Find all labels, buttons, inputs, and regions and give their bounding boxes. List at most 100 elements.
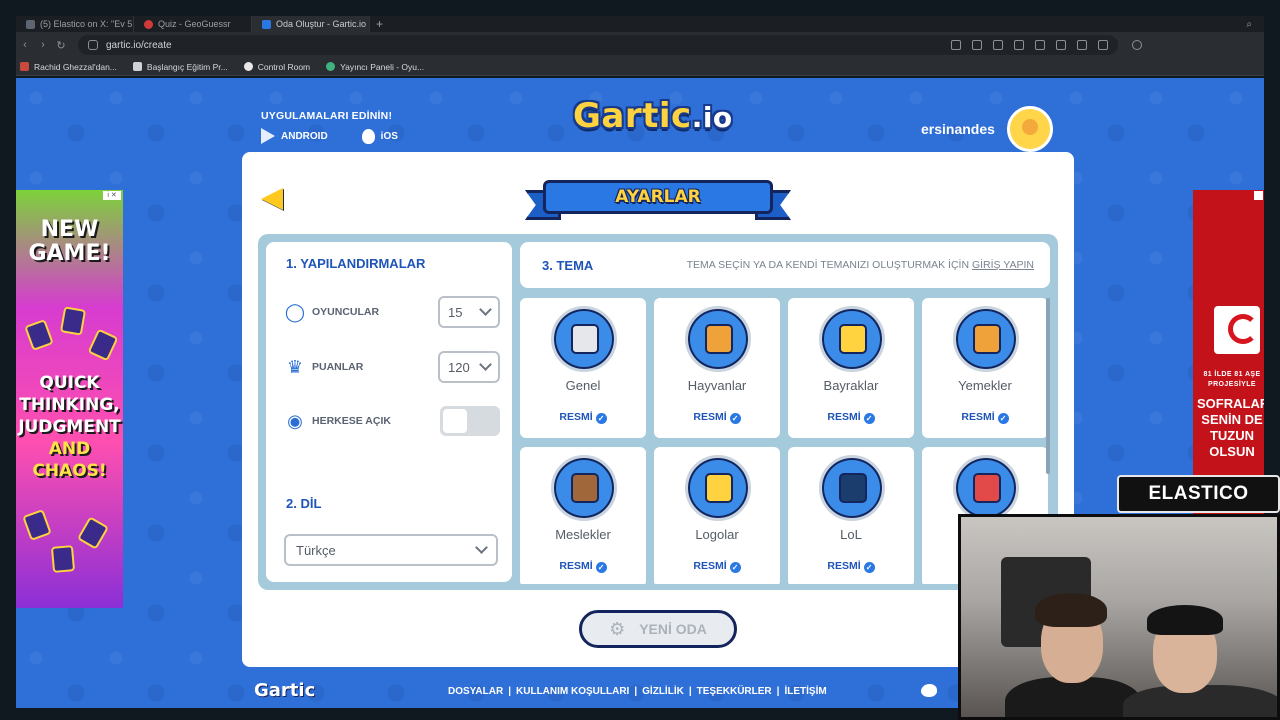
theme-icon-circle — [953, 455, 1019, 521]
url-field[interactable]: gartic.io/create — [78, 35, 1118, 55]
twitter-icon[interactable] — [921, 684, 937, 697]
theme-tile[interactable]: Logolar RESMİ ✓ — [654, 447, 780, 584]
theme-name: Logolar — [695, 527, 739, 542]
back-icon[interactable]: ‹ — [16, 39, 34, 51]
footer-link[interactable]: KULLANIM KOŞULLARI — [516, 686, 629, 697]
gartic-logo[interactable]: Gartic.io — [573, 96, 733, 136]
new-tab-icon[interactable]: + — [376, 17, 383, 31]
play-icon[interactable] — [1014, 40, 1024, 50]
footer-logo[interactable]: Gartic — [254, 680, 315, 701]
bookmark-item[interactable]: Başlangıç Eğitim Pr... — [132, 61, 228, 72]
logo-suffix: .io — [691, 101, 733, 134]
language-value: Türkçe — [296, 542, 336, 558]
browser-tab[interactable]: Quiz - GeoGuessr — [134, 16, 252, 32]
bookmark-label: Rachid Ghezzal'dan... — [34, 61, 117, 72]
right-advertisement[interactable]: 81 İLDE 81 AŞE PROJESİYLE SOFRALARD SENİ… — [1193, 190, 1264, 515]
bookmark-label: Başlangıç Eğitim Pr... — [146, 61, 228, 72]
browser-tab-active[interactable]: Oda Oluştur - Gartic.io — [252, 16, 370, 32]
login-link[interactable]: GİRİŞ YAPIN — [972, 259, 1034, 271]
players-select[interactable]: 15 — [438, 296, 500, 328]
theme-tile[interactable]: Genel RESMİ ✓ — [520, 298, 646, 438]
wallet-icon[interactable] — [1077, 40, 1087, 50]
official-badge: RESMİ✓ — [788, 560, 914, 573]
official-badge-label: RESMİ — [693, 560, 727, 572]
theme-name: Hayvanlar — [687, 378, 747, 393]
ad-headline-line: NEW — [40, 217, 99, 242]
ad-choices-icon[interactable] — [1254, 191, 1263, 200]
theme-tile[interactable]: LoL RESMİ ✓ — [788, 447, 914, 584]
browser-tab[interactable]: (5) Elastico on X: "Ev 5... — [16, 16, 134, 32]
official-badge-label: RESMİ — [559, 560, 593, 572]
person-left — [1005, 677, 1141, 717]
ios-link[interactable]: iOS — [361, 128, 398, 144]
logo-text: Gartic — [573, 96, 692, 136]
user-profile[interactable]: ersinandes — [921, 106, 1053, 152]
theme-icon-circle — [685, 306, 751, 372]
person-right-cap — [1147, 605, 1223, 635]
points-row: ♛ PUANLAR 120 — [284, 351, 500, 383]
site-info-icon[interactable] — [88, 40, 98, 50]
verified-check-icon: ✓ — [595, 413, 607, 424]
logo-l-icon — [705, 473, 733, 503]
panel-icon — [326, 62, 336, 71]
footer-link[interactable]: DOSYALAR — [448, 686, 503, 697]
new-room-button[interactable]: ⚙ YENİ ODA — [579, 610, 737, 648]
players-row: ◯ OYUNCULAR 15 — [284, 296, 500, 328]
players-label: OYUNCULAR — [312, 306, 380, 318]
burger-icon — [973, 324, 1001, 354]
theme-tile[interactable]: Hayvanlar RESMİ ✓ — [654, 298, 780, 438]
language-select[interactable]: Türkçe — [284, 534, 498, 566]
back-arrow-icon[interactable] — [261, 188, 283, 210]
theme-hint: TEMA SEÇİN YA DA KENDİ TEMANIZI OLUŞTURM… — [687, 259, 1034, 271]
official-badge-label: RESMİ — [559, 411, 593, 423]
heart-icon[interactable] — [1035, 40, 1045, 50]
verified-check-icon: ✓ — [595, 562, 607, 573]
theme-icon-circle — [685, 455, 751, 521]
official-badge: RESMİ✓ — [654, 411, 780, 424]
chevron-down-icon — [479, 303, 492, 316]
card-icon — [24, 319, 54, 351]
footer-link[interactable]: GİZLİLİK — [642, 686, 684, 697]
download-icon[interactable] — [1056, 40, 1066, 50]
theme-tile[interactable]: Yemekler RESMİ ✓ — [922, 298, 1048, 438]
public-label: HERKESE AÇIK — [312, 415, 391, 427]
left-advertisement[interactable]: i ✕ NEW GAME! QUICK THINKING, JUDGMENT AN… — [16, 190, 123, 608]
app-links: ANDROID iOS — [261, 128, 398, 144]
theme-tile[interactable]: Meslekler RESMİ ✓ — [520, 447, 646, 584]
public-toggle[interactable] — [440, 406, 500, 436]
forward-icon[interactable]: › — [34, 39, 52, 51]
public-row: ◉ HERKESE AÇIK — [284, 406, 500, 436]
tab-search-icon[interactable]: ⌕ — [1246, 19, 1252, 30]
bookmark-item[interactable]: Rachid Ghezzal'dan... — [20, 62, 117, 72]
theme-title: 3. TEMA — [542, 257, 594, 273]
theme-name: LoL — [840, 527, 862, 542]
theme-tile[interactable]: Bayraklar RESMİ ✓ — [788, 298, 914, 438]
chevron-down-icon — [475, 541, 488, 554]
ad-tagline: QUICK THINKING, JUDGMENT AND CHAOS! — [16, 372, 123, 482]
points-value: 120 — [448, 359, 470, 375]
android-link[interactable]: ANDROID — [261, 128, 328, 144]
reload-icon[interactable]: ↻ — [52, 39, 70, 52]
bookmark-item[interactable]: Control Room — [243, 62, 310, 72]
ios-label: iOS — [380, 130, 398, 142]
bookmark-item[interactable]: Yayıncı Paneli - Oyu... — [326, 62, 424, 72]
shield-icon[interactable] — [993, 40, 1003, 50]
ad-tagline-line: AND — [48, 439, 91, 459]
avatar[interactable] — [1006, 106, 1053, 152]
separator: | — [508, 686, 512, 697]
camera-icon[interactable] — [972, 40, 982, 50]
edit-icon[interactable] — [951, 40, 961, 50]
separator: | — [688, 686, 692, 697]
points-select[interactable]: 120 — [438, 351, 500, 383]
profile-icon[interactable] — [1098, 40, 1108, 50]
ad-choices-icon[interactable]: i ✕ — [103, 191, 121, 200]
bookmark-favicon-icon — [20, 62, 29, 71]
username: ersinandes — [921, 121, 995, 137]
extension-icon[interactable] — [1132, 40, 1142, 50]
footer-link[interactable]: İLETİŞİM — [784, 686, 826, 697]
webcam-overlay — [958, 514, 1280, 720]
ad-tagline-line: CHAOS! — [32, 461, 107, 481]
footer-link[interactable]: TEŞEKKÜRLER — [697, 686, 772, 697]
official-badge: RESMİ✓ — [788, 411, 914, 424]
theme-scrollbar[interactable] — [1046, 298, 1050, 474]
